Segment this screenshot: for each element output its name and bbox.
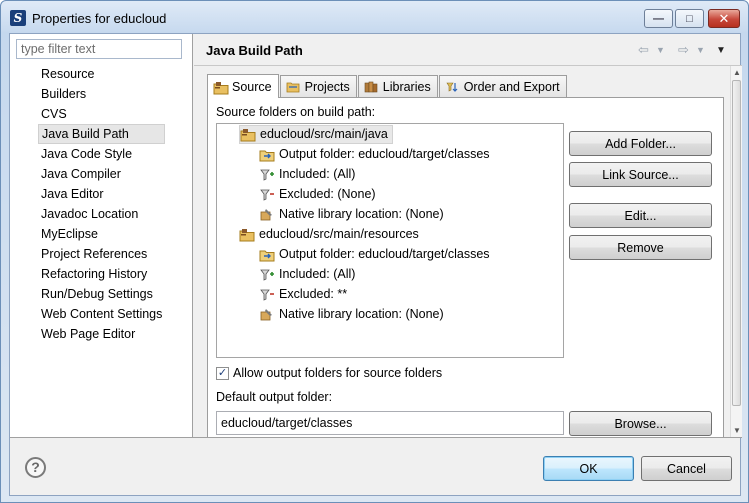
nav-item[interactable]: CVS <box>38 104 165 124</box>
preference-nav-pane: ResourceBuildersCVSJava Build PathJava C… <box>10 34 193 437</box>
inclusion-filter-icon <box>259 168 275 182</box>
nav-item[interactable]: Project References <box>38 244 165 264</box>
source-tab-panel: Source folders on build path: educloud/s… <box>207 97 724 437</box>
source-folder-attribute[interactable]: Output folder: educloud/target/classes <box>259 145 490 164</box>
tab-source[interactable]: Source <box>207 74 279 98</box>
inclusion-filter-icon <box>259 268 275 282</box>
nav-item[interactable]: Run/Debug Settings <box>38 284 165 304</box>
source-folder-icon <box>213 81 229 94</box>
source-folder-attribute[interactable]: Native library location: (None) <box>259 305 444 324</box>
view-menu-icon[interactable]: ▼ <box>716 45 726 56</box>
source-folder-attribute[interactable]: Output folder: educloud/target/classes <box>259 245 490 264</box>
tree-node-label: Native library location: (None) <box>279 207 444 221</box>
close-button[interactable]: ✕ <box>708 9 740 28</box>
properties-dialog: S Properties for educloud — □ ✕ Resource… <box>0 0 749 503</box>
nav-item[interactable]: Web Page Editor <box>38 324 165 344</box>
source-folder-node[interactable]: educloud/src/main/resources <box>239 225 419 244</box>
tab-label: Source <box>232 79 272 94</box>
forward-arrow-icon[interactable]: ⇨ <box>678 42 689 58</box>
maximize-button[interactable]: □ <box>675 9 704 28</box>
tree-node-label: Output folder: educloud/target/classes <box>279 247 490 261</box>
nav-item[interactable]: Java Build Path <box>38 124 166 144</box>
tree-node-label: educloud/src/main/resources <box>259 227 419 241</box>
minimize-button[interactable]: — <box>644 9 673 28</box>
exclusion-filter-icon <box>259 288 275 302</box>
ok-button[interactable]: OK <box>543 456 634 481</box>
properties-page: Java Build Path ⇦ ▼ ⇨ ▼ ▼ Source Projects… <box>194 34 742 437</box>
tree-node-label: Excluded: ** <box>279 287 348 301</box>
page-title: Java Build Path <box>206 43 303 58</box>
window-title: Properties for educloud <box>32 11 167 26</box>
source-folders-tree[interactable]: educloud/src/main/java Output folder: edu… <box>216 123 564 358</box>
back-arrow-icon[interactable]: ⇦ <box>638 42 649 58</box>
order-export-icon <box>445 81 459 93</box>
tree-node-label: Output folder: educloud/target/classes <box>279 147 490 161</box>
nav-item[interactable]: Resource <box>38 64 165 84</box>
vertical-scrollbar[interactable]: ▲ ▼ <box>730 66 742 437</box>
nav-item[interactable]: Web Content Settings <box>38 304 165 324</box>
cancel-button[interactable]: Cancel <box>641 456 732 481</box>
add-folder-button[interactable]: Add Folder... <box>569 131 712 156</box>
tab-libraries[interactable]: Libraries <box>357 75 438 97</box>
source-folder-attribute[interactable]: Native library location: (None) <box>259 205 444 224</box>
nav-item[interactable]: Java Code Style <box>38 144 165 164</box>
native-library-icon <box>259 308 275 322</box>
tree-node-label: Included: (All) <box>279 167 356 181</box>
build-path-tabs: Source Projects Libraries Order and Export <box>207 73 568 98</box>
libraries-icon <box>364 81 378 93</box>
allow-output-folders-row[interactable]: ✓ Allow output folders for source folder… <box>216 366 442 380</box>
forward-history-dropdown-icon[interactable]: ▼ <box>696 45 705 55</box>
title-bar[interactable]: S Properties for educloud — □ ✕ <box>1 1 748 35</box>
nav-item[interactable]: Javadoc Location <box>38 204 165 224</box>
nav-item[interactable]: Builders <box>38 84 165 104</box>
tab-projects[interactable]: Projects <box>279 75 357 97</box>
filter-input[interactable] <box>16 39 182 59</box>
nav-item[interactable]: Java Compiler <box>38 164 165 184</box>
scroll-up-icon[interactable]: ▲ <box>733 68 741 77</box>
scroll-down-icon[interactable]: ▼ <box>733 426 741 435</box>
tree-node-label: Excluded: (None) <box>279 187 376 201</box>
source-folders-label: Source folders on build path: <box>216 105 376 119</box>
source-folder-icon <box>239 228 255 242</box>
dialog-client-area: ResourceBuildersCVSJava Build PathJava C… <box>9 33 742 496</box>
tab-label: Libraries <box>382 79 431 94</box>
source-folder-attribute[interactable]: Included: (All) <box>259 265 355 284</box>
browse-button[interactable]: Browse... <box>569 411 712 436</box>
tab-label: Projects <box>304 79 350 94</box>
source-folder-attribute[interactable]: Included: (All) <box>259 165 355 184</box>
page-content: Source Projects Libraries Order and Export … <box>194 66 730 437</box>
source-folder-attribute[interactable]: Excluded: (None) <box>259 185 376 204</box>
default-output-label: Default output folder: <box>216 390 333 404</box>
footer-divider <box>10 437 742 438</box>
output-folder-icon <box>259 248 275 262</box>
help-icon[interactable]: ? <box>25 457 46 478</box>
preference-nav-list: Resource Builders CVS Java Build Path Java C… <box>38 64 166 344</box>
nav-item[interactable]: Java Editor <box>38 184 165 204</box>
exclusion-filter-icon <box>259 188 275 202</box>
output-folder-icon <box>259 148 275 162</box>
default-output-field[interactable] <box>216 411 564 435</box>
allow-output-folders-checkbox[interactable]: ✓ <box>216 366 229 380</box>
source-folder-icon <box>240 128 256 142</box>
allow-output-folders-label[interactable]: Allow output folders for source folders <box>233 366 442 380</box>
projects-icon <box>286 81 300 93</box>
tab-label: Order and Export <box>463 79 560 94</box>
remove-button[interactable]: Remove <box>569 235 712 260</box>
edit-button[interactable]: Edit... <box>569 203 712 228</box>
tree-node-label: educloud/src/main/java <box>260 127 388 141</box>
native-library-icon <box>259 208 275 222</box>
tree-node-label: Native library location: (None) <box>279 307 444 321</box>
source-folder-attribute[interactable]: Excluded: ** <box>259 285 347 304</box>
tab-order-and-export[interactable]: Order and Export <box>438 75 567 97</box>
nav-item[interactable]: MyEclipse <box>38 224 165 244</box>
back-history-dropdown-icon[interactable]: ▼ <box>656 45 665 55</box>
eclipse-app-icon: S <box>10 10 26 26</box>
scrollbar-thumb[interactable] <box>732 80 741 406</box>
tree-node-label: Included: (All) <box>279 267 356 281</box>
source-folder-node[interactable]: educloud/src/main/java <box>239 125 393 144</box>
nav-item[interactable]: Refactoring History <box>38 264 165 284</box>
link-source-button[interactable]: Link Source... <box>569 162 712 187</box>
